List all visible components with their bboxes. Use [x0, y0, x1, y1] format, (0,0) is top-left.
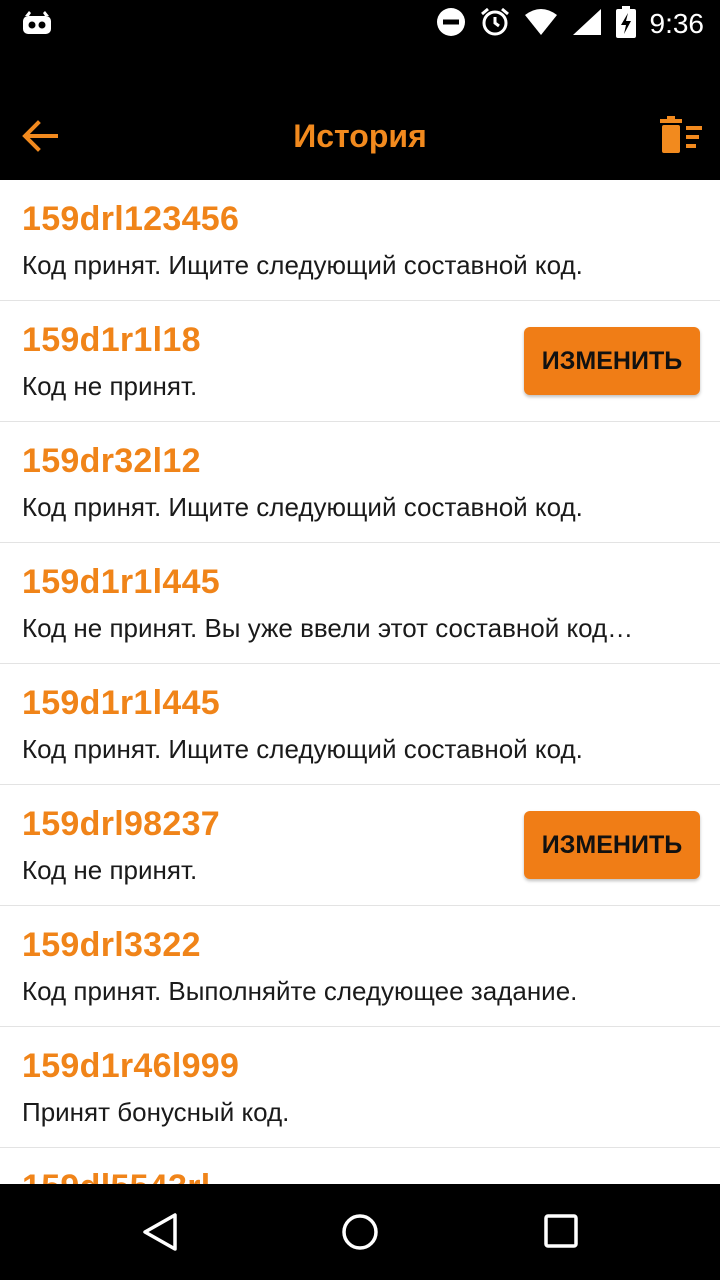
- battery-charging-icon: [615, 6, 636, 42]
- list-item[interactable]: 159dr32l12 Код принят. Ищите следующий с…: [0, 422, 720, 543]
- signal-icon: [572, 8, 602, 40]
- list-item[interactable]: 159d1r46l999 Принят бонусный код.: [0, 1027, 720, 1148]
- nav-recents-button[interactable]: [542, 1212, 582, 1252]
- status-time: 9:36: [649, 8, 705, 39]
- nav-back-icon: [140, 1213, 180, 1256]
- list-item[interactable]: 159drl123456 Код принят. Ищите следующий…: [0, 180, 720, 301]
- list-item[interactable]: 159d1r1l18 Код не принят. ИЗМЕНИТЬ: [0, 301, 720, 422]
- item-code: 159drl123456: [22, 200, 240, 238]
- item-message: Код принят. Ищите следующий составной ко…: [22, 250, 583, 280]
- item-message: Код принят. Выполняйте следующее задание…: [22, 976, 578, 1006]
- item-message: Код не принят. Вы уже ввели этот составн…: [22, 613, 634, 643]
- list-item[interactable]: 159d1r1l445 Код принят. Ищите следующий …: [0, 664, 720, 785]
- item-code: 159d1r1l445: [22, 684, 221, 722]
- clear-history-button[interactable]: [658, 116, 704, 156]
- edit-button[interactable]: ИЗМЕНИТЬ: [524, 327, 700, 395]
- item-message: Код принят. Ищите следующий составной ко…: [22, 734, 583, 764]
- item-code: 159dr32l12: [22, 442, 201, 480]
- list-item[interactable]: 159dl5543rl: [0, 1148, 720, 1184]
- nav-home-icon: [340, 1214, 380, 1256]
- nav-recents-icon: [542, 1214, 582, 1256]
- system-nav-bar: [0, 1184, 720, 1280]
- item-code: 159drl98237: [22, 805, 221, 843]
- delete-sweep-icon: [658, 116, 704, 160]
- edit-button[interactable]: ИЗМЕНИТЬ: [524, 811, 700, 879]
- history-list[interactable]: 159drl123456 Код принят. Ищите следующий…: [0, 180, 720, 1184]
- wifi-icon: [524, 8, 558, 40]
- list-item[interactable]: 159drl3322 Код принят. Выполняйте следую…: [0, 906, 720, 1027]
- nav-back-button[interactable]: [140, 1212, 180, 1252]
- alarm-icon: [480, 7, 510, 41]
- item-code: 159drl3322: [22, 926, 201, 964]
- status-bar: 9:36: [0, 0, 720, 48]
- list-item[interactable]: 159d1r1l445 Код не принят. Вы уже ввели …: [0, 543, 720, 664]
- item-code: 159d1r1l445: [22, 563, 221, 601]
- list-item[interactable]: 159drl98237 Код не принят. ИЗМЕНИТЬ: [0, 785, 720, 906]
- app-bar: История: [0, 48, 720, 180]
- item-code: 159d1r46l999: [22, 1047, 240, 1085]
- dnd-icon: [436, 7, 466, 41]
- item-code: 159dl5543rl: [22, 1168, 211, 1184]
- nav-home-button[interactable]: [340, 1212, 380, 1252]
- page-title: История: [293, 118, 427, 154]
- item-message: Код принят. Ищите следующий составной ко…: [22, 492, 583, 522]
- item-code: 159d1r1l18: [22, 321, 201, 359]
- item-message: Принят бонусный код.: [22, 1097, 290, 1127]
- notification-app-icon: [22, 10, 52, 40]
